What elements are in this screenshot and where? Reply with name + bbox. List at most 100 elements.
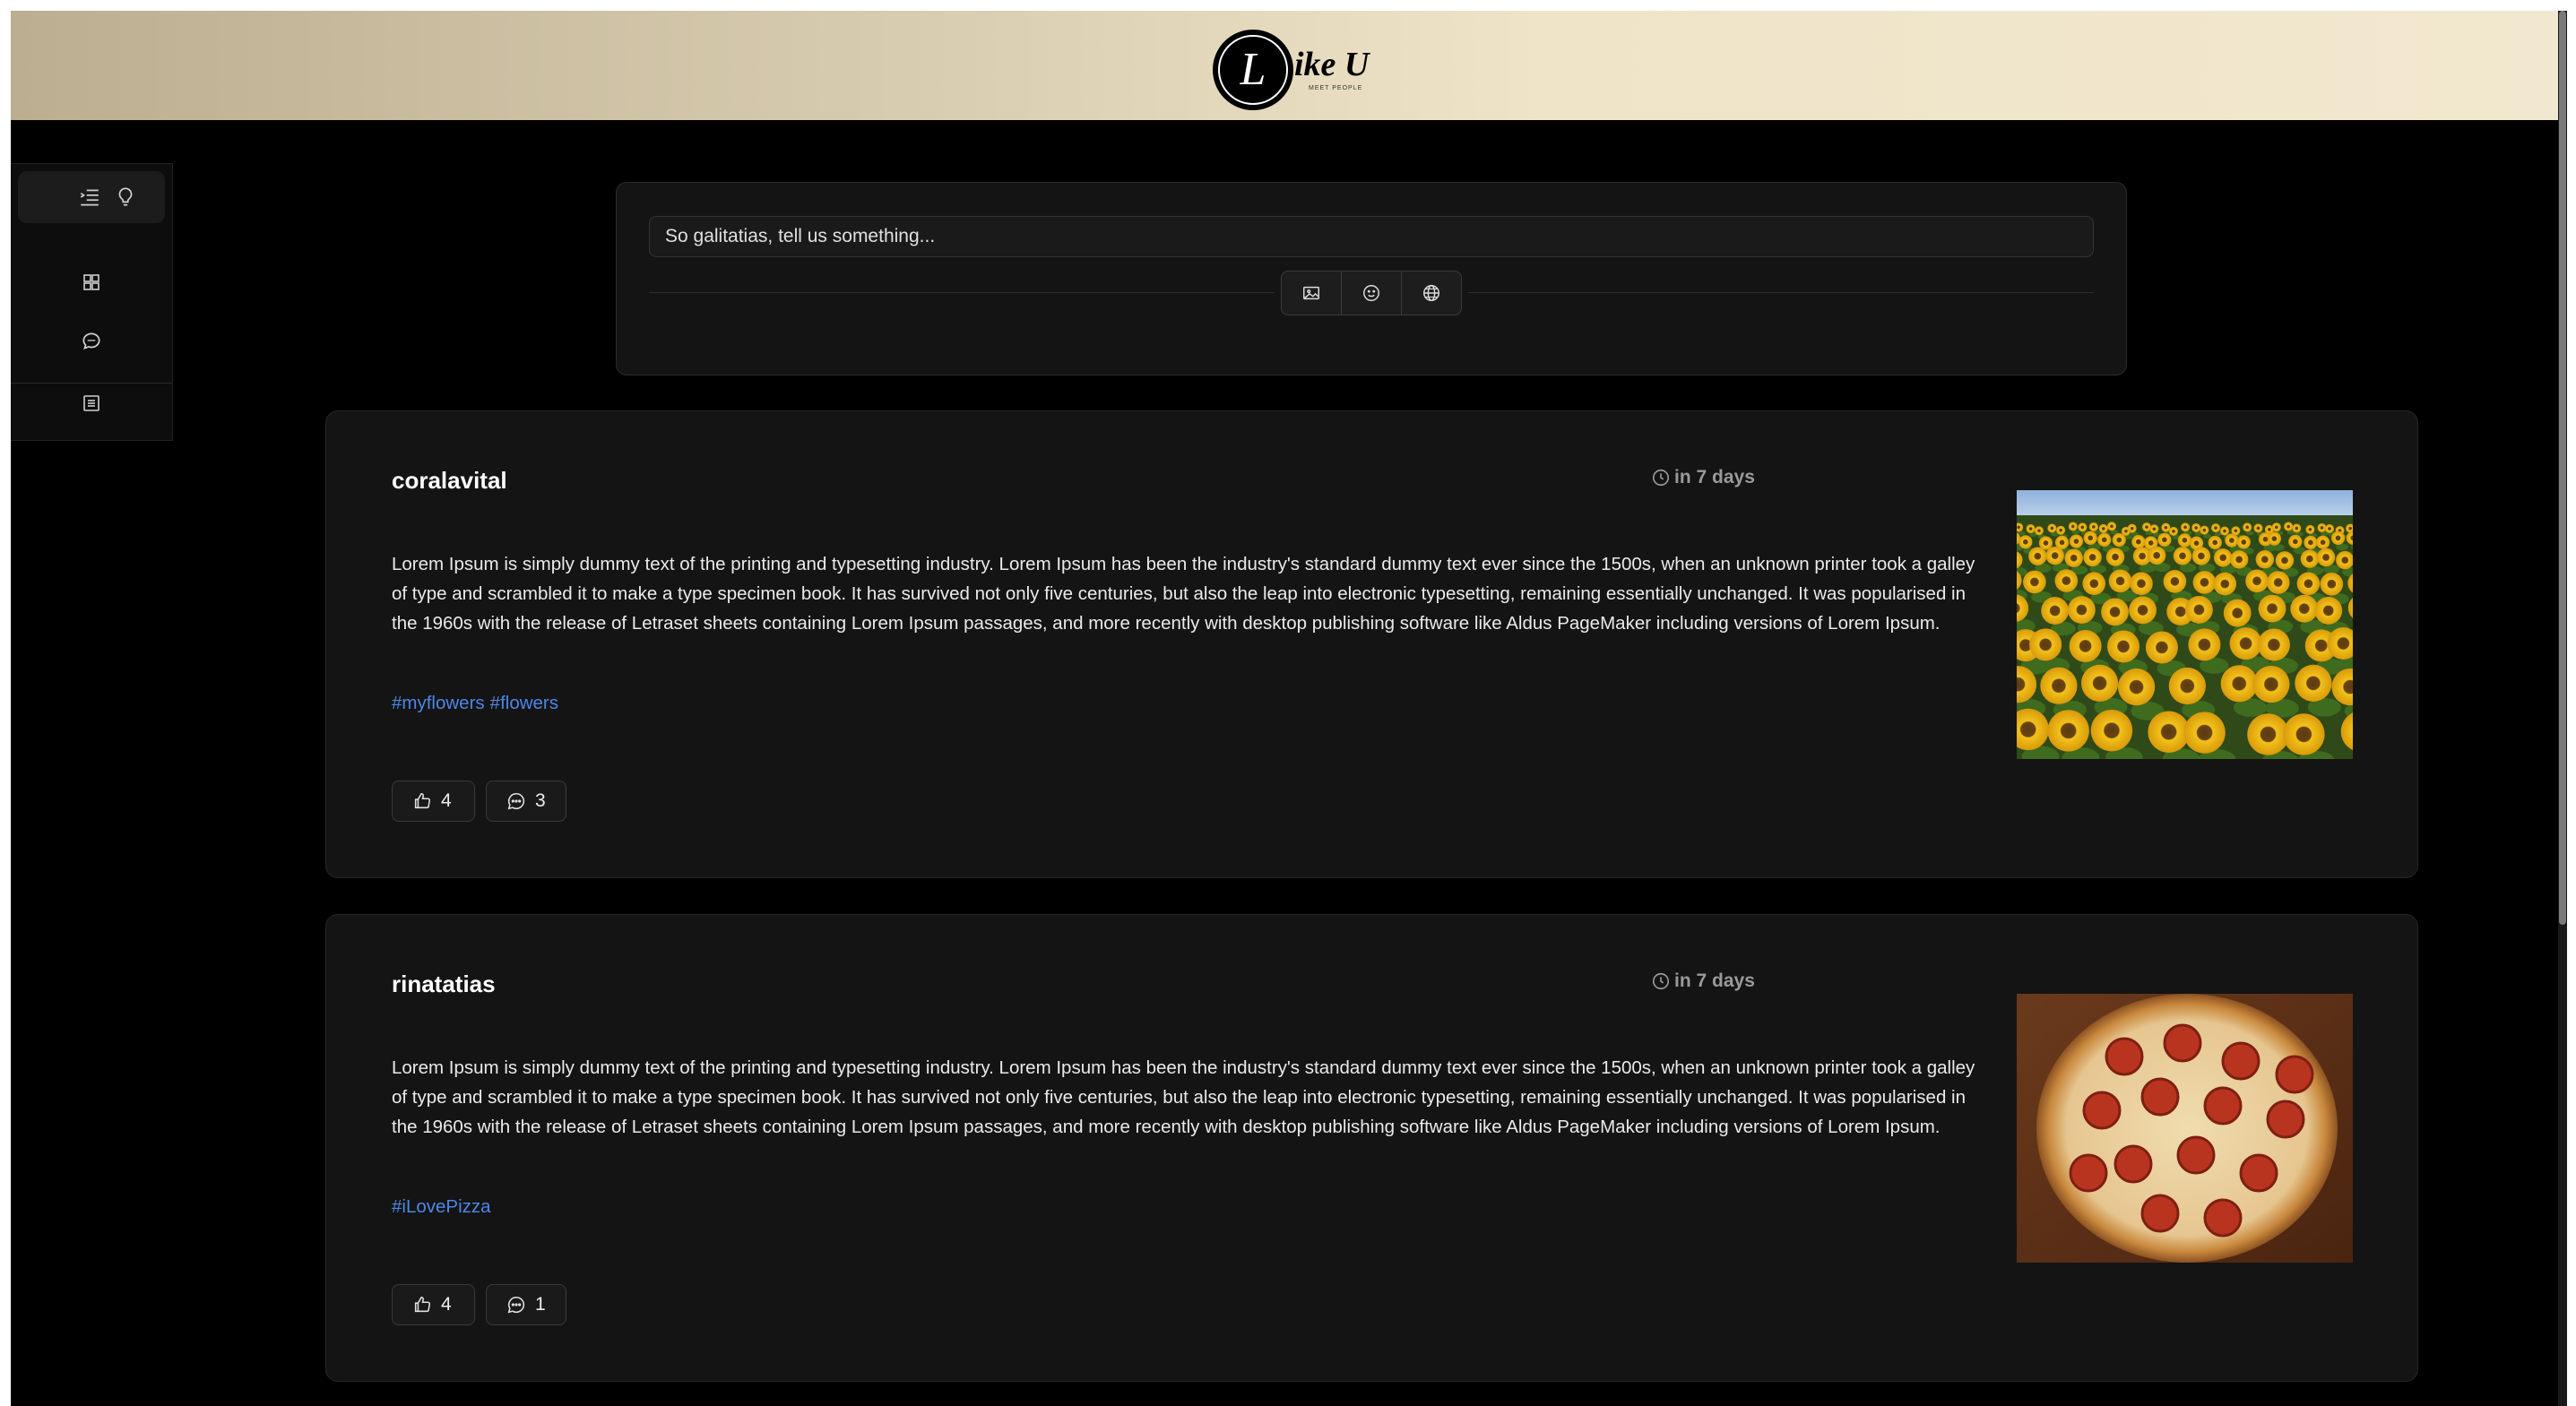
- sunflower: [2161, 522, 2171, 532]
- sunflower: [2105, 548, 2125, 566]
- comment-button[interactable]: 3: [486, 781, 566, 822]
- grid-icon[interactable]: [78, 269, 105, 296]
- sunflower: [2290, 594, 2319, 623]
- document-list-icon[interactable]: [78, 390, 105, 417]
- post-body: Lorem Ipsum is simply dummy text of the …: [392, 1057, 1975, 1137]
- sunflower: [2067, 596, 2096, 624]
- sunflower: [2183, 712, 2226, 754]
- post-hashtags: #myflowers #flowers: [392, 693, 564, 714]
- post-username[interactable]: rinatatias: [392, 970, 496, 998]
- sunflower: [2271, 522, 2281, 532]
- sunflower: [2029, 628, 2062, 661]
- like-button[interactable]: 4: [392, 1284, 475, 1325]
- sunflower: [2047, 523, 2057, 533]
- sunflower: [2267, 531, 2281, 546]
- pepperoni-slice: [2239, 1153, 2278, 1193]
- like-button[interactable]: 4: [392, 781, 475, 822]
- post-image-sunflowers[interactable]: [2017, 490, 2353, 759]
- composer-divider-right: [1468, 292, 2094, 293]
- chat-icon[interactable]: [78, 328, 105, 355]
- sunflower: [2284, 522, 2294, 531]
- comment-icon: [507, 792, 525, 810]
- post-timestamp: in 7 days: [1651, 467, 1755, 488]
- sunflower: [2295, 664, 2332, 702]
- hashtag-link[interactable]: #iLovePizza: [392, 1196, 491, 1217]
- like-count: 4: [441, 1294, 452, 1315]
- sunflower: [2131, 535, 2146, 549]
- sunflower: [2292, 523, 2302, 533]
- pepperoni-slice: [2266, 1100, 2305, 1139]
- add-image-button[interactable]: [1282, 272, 1342, 315]
- thumbs-up-icon: [414, 792, 431, 809]
- sunflower: [2211, 523, 2221, 533]
- sidebar-divider: [11, 383, 172, 384]
- sunflower: [2300, 549, 2320, 568]
- sunflower: [2325, 523, 2335, 533]
- logo-text: ike U: [1294, 46, 1371, 83]
- pepperoni-slice: [2203, 1198, 2243, 1238]
- post-input[interactable]: [649, 216, 2094, 257]
- sunflower: [2316, 535, 2330, 549]
- sunflower: [2330, 530, 2346, 546]
- sunflower: [2304, 535, 2318, 550]
- sunflower: [2173, 547, 2192, 565]
- hashtag-link[interactable]: #myflowers: [392, 693, 485, 713]
- post-username[interactable]: coralavital: [392, 467, 507, 495]
- visibility-button[interactable]: [1402, 272, 1461, 315]
- sunflower: [2225, 533, 2239, 548]
- sunflower: [2148, 711, 2190, 753]
- sunflower: [2107, 522, 2117, 531]
- sunflower: [2149, 524, 2159, 534]
- pepperoni-slice: [2069, 1153, 2108, 1193]
- sunflower: [2047, 710, 2089, 752]
- sunflower: [2245, 569, 2269, 593]
- sunflower: [2168, 526, 2178, 536]
- hashtag-link[interactable]: #flowers: [490, 693, 558, 713]
- add-emoji-button[interactable]: [1342, 272, 1402, 315]
- sunflower: [2275, 551, 2295, 570]
- sunflower: [2192, 571, 2217, 594]
- comment-button[interactable]: 1: [486, 1284, 566, 1325]
- sunflower: [2117, 668, 2156, 706]
- pepperoni-slice: [2221, 1041, 2260, 1081]
- scrollbar-thumb[interactable]: [2559, 11, 2566, 925]
- comment-icon: [507, 1296, 525, 1314]
- sunflower: [2064, 548, 2083, 567]
- logo-letter: L: [1240, 44, 1266, 95]
- sunflower: [2283, 713, 2325, 755]
- sunflower: [2090, 709, 2133, 752]
- sunflower: [2045, 546, 2064, 565]
- sunflower: [2296, 572, 2321, 596]
- sunflower: [2040, 667, 2078, 704]
- sunflower: [2255, 550, 2275, 569]
- lightbulb-icon[interactable]: [112, 184, 139, 211]
- sunflower: [2314, 596, 2343, 625]
- composer-divider-left: [649, 292, 1275, 293]
- thumbs-up-icon: [414, 1296, 431, 1313]
- sunflower: [2018, 535, 2033, 549]
- top-header: L ike U MEET PEOPLE: [11, 11, 2567, 120]
- sunflower: [2253, 523, 2263, 533]
- sunflower: [2141, 522, 2151, 532]
- post-body: Lorem Ipsum is simply dummy text of the …: [392, 554, 1975, 634]
- pepperoni-slice: [2275, 1055, 2314, 1094]
- sunflower: [2026, 524, 2036, 534]
- sunflower: [2316, 548, 2336, 567]
- sunflower: [2229, 627, 2262, 660]
- sunflower: [2107, 630, 2140, 663]
- sunflower: [2130, 572, 2153, 595]
- sunflower: [2257, 628, 2290, 661]
- sunflower: [2219, 526, 2229, 536]
- pepperoni-slice: [2105, 1037, 2144, 1076]
- sunflower: [2223, 599, 2252, 627]
- page-scrollbar[interactable]: [2558, 11, 2567, 1406]
- logo-tagline: MEET PEOPLE: [1309, 85, 1362, 91]
- sunflower: [2097, 532, 2112, 547]
- sunflower: [2129, 596, 2157, 625]
- likeu-logo[interactable]: L ike U MEET PEOPLE: [1208, 25, 1387, 115]
- list-indent-icon[interactable]: [76, 184, 103, 211]
- sunflower: [2288, 534, 2303, 548]
- post-composer: [616, 182, 2127, 375]
- post-image-pizza[interactable]: [2017, 994, 2353, 1263]
- sunflower: [2243, 522, 2252, 532]
